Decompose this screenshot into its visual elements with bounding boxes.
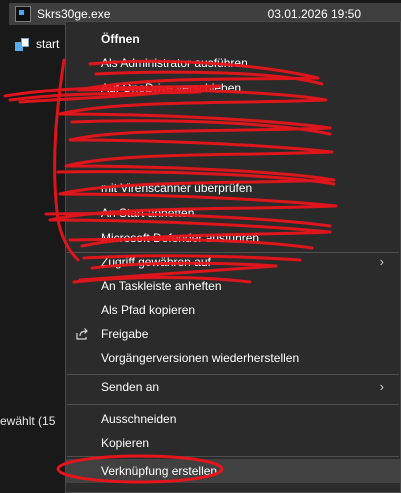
menu-item-hidden-2[interactable] [66,126,400,150]
menu-item-label: Microsoft Defender ausführen [101,231,260,245]
menu-item-label: Als Administrator ausführen [101,56,248,70]
menu-item-hidden-3[interactable] [66,151,400,175]
menu-item-label: An Start anheften [101,206,195,220]
menu-item-cut[interactable]: Ausschneiden [66,407,400,431]
file-row-start[interactable]: start [9,34,59,54]
menu-item-run-as-admin[interactable]: Als Administrator ausführen [66,51,400,75]
menu-item-pin-to-taskbar[interactable]: An Taskleiste anheften [66,274,400,298]
menu-item-label: mit Virenscanner überprüfen [101,181,253,195]
chevron-right-icon: › [379,254,384,269]
menu-item-label: Auf OneDrive verschieben [101,81,242,95]
chevron-right-icon: › [379,379,384,394]
share-icon [76,328,88,340]
menu-item-label: Als Pfad kopieren [101,303,196,317]
menu-item-create-shortcut[interactable]: Verknüpfung erstellen [66,459,400,483]
menu-item-send-to[interactable]: Senden an › [66,375,400,399]
menu-item-label: Senden an [101,380,160,394]
menu-separator [67,404,399,405]
menu-item-give-access[interactable]: Zugriff gewähren auf › [66,250,400,274]
menu-item-label: An Taskleiste anheften [101,279,222,293]
menu-item-open[interactable]: Öffnen [66,27,400,51]
shortcut-file-icon [15,37,30,52]
context-menu: Öffnen Als Administrator ausführen Auf O… [65,21,401,493]
folder-name: start [36,37,60,51]
menu-item-share[interactable]: Freigabe [66,322,400,346]
menu-item-label: Kopieren [101,436,150,450]
menu-item-label: Vorgängerversionen wiederherstellen [101,351,300,365]
file-name: Skrs30ge.exe [37,7,111,21]
menu-item-label: Zugriff gewähren auf [101,255,211,269]
menu-item-scan[interactable]: mit Virenscanner überprüfen [66,176,400,200]
menu-item-copy-as-path[interactable]: Als Pfad kopieren [66,298,400,322]
menu-item-label: Ausschneiden [101,412,177,426]
exe-file-icon [15,6,31,22]
menu-item-move-to-onedrive[interactable]: Auf OneDrive verschieben [66,76,400,100]
menu-item-copy[interactable]: Kopieren [66,431,400,455]
menu-item-pin-to-start[interactable]: An Start anheften [66,201,400,225]
menu-item-defender[interactable]: Microsoft Defender ausführen [66,226,400,250]
menu-item-label: Freigabe [101,327,149,341]
menu-item-restore-previous[interactable]: Vorgängerversionen wiederherstellen [66,346,400,370]
menu-item-label: Verknüpfung erstellen [101,464,218,478]
menu-item-hidden-1[interactable] [66,101,400,125]
menu-item-label: Öffnen [101,32,140,46]
file-date: 03.01.2026 19:50 [267,7,361,21]
status-bar-text: ewählt (15 [0,414,56,428]
menu-separator [67,456,399,457]
